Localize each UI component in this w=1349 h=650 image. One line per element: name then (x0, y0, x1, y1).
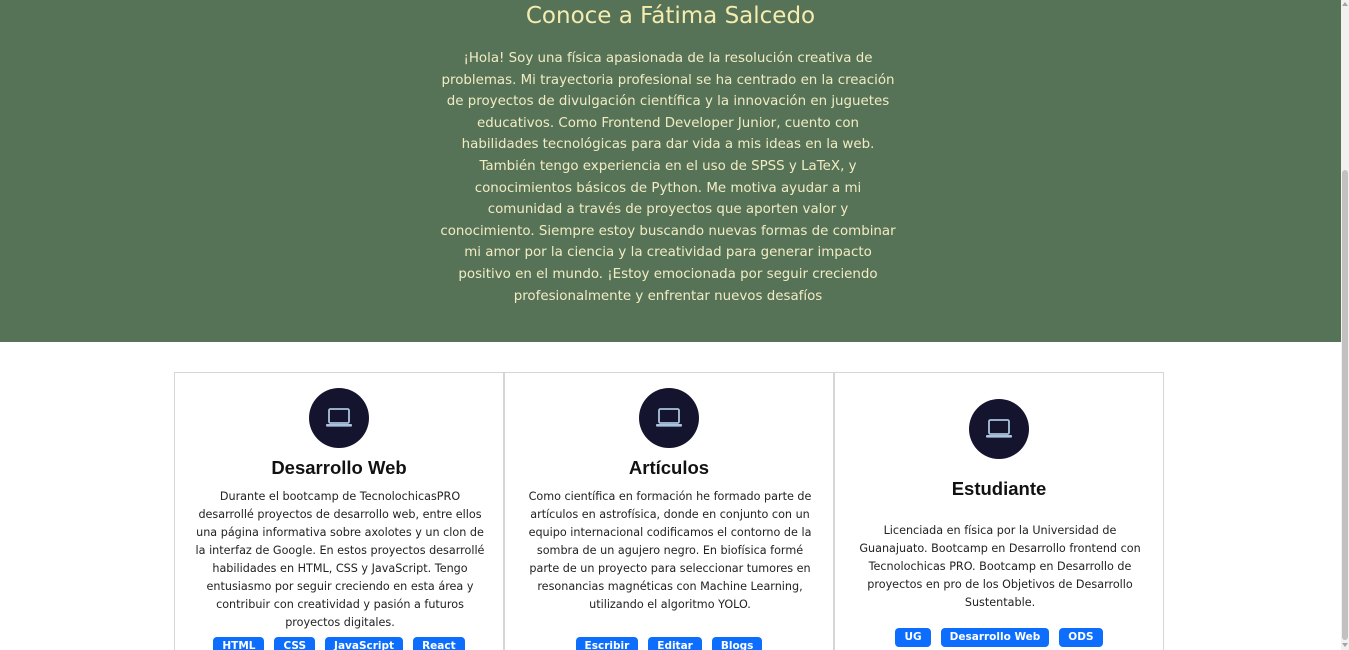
card-title: Estudiante (951, 478, 1047, 499)
card-icon-circle (639, 388, 699, 448)
card-icon-circle (309, 388, 369, 448)
hero-title: Conoce a Fátima Salcedo (525, 3, 816, 29)
card-estudiante: Estudiante Licenciada en física por la U… (834, 372, 1164, 650)
skills-cards: Desarrollo Web Durante el bootcamp de Te… (174, 372, 1164, 650)
scrollbar-thumb[interactable] (1342, 170, 1348, 640)
card-articulos: Artículos Como científica en formación h… (504, 372, 834, 650)
badge-react[interactable]: React (413, 637, 465, 650)
badge-javascript[interactable]: JavaScript (325, 637, 404, 650)
badge-ods[interactable]: ODS (1059, 628, 1103, 647)
vertical-scrollbar[interactable] (1341, 0, 1349, 650)
card-description: Licenciada en física por la Universidad … (859, 524, 1141, 609)
card-badges: HTML CSS JavaScript React (175, 637, 503, 650)
card-badges: Escribir Editar Blogs (505, 637, 833, 650)
badge-editar[interactable]: Editar (648, 637, 702, 650)
about-hero-section: Conoce a Fátima Salcedo ¡Hola! Soy una f… (0, 0, 1341, 342)
laptop-icon (986, 419, 1012, 438)
card-title: Desarrollo Web (271, 457, 407, 478)
badge-html[interactable]: HTML (213, 637, 265, 650)
card-description: Durante el bootcamp de TecnolochicasPRO … (195, 490, 485, 629)
card-desarrollo-web: Desarrollo Web Durante el bootcamp de Te… (174, 372, 504, 650)
badge-blogs[interactable]: Blogs (711, 637, 763, 650)
card-description: Como científica en formación he formado … (528, 490, 812, 611)
card-title: Artículos (628, 457, 710, 478)
card-badges: UG Desarrollo Web ODS (835, 628, 1163, 647)
scroll-down-arrow-icon[interactable] (1342, 643, 1348, 647)
laptop-icon (656, 408, 682, 427)
badge-desarrollo-web[interactable]: Desarrollo Web (940, 628, 1050, 647)
card-icon-circle (969, 399, 1029, 459)
scroll-up-arrow-icon[interactable] (1342, 2, 1348, 6)
badge-escribir[interactable]: Escribir (575, 637, 639, 650)
badge-ug[interactable]: UG (895, 628, 931, 647)
badge-css[interactable]: CSS (274, 637, 316, 650)
page: Conoce a Fátima Salcedo ¡Hola! Soy una f… (0, 0, 1349, 650)
laptop-icon (326, 408, 352, 427)
hero-bio-paragraph: ¡Hola! Soy una física apasionada de la r… (440, 51, 896, 304)
